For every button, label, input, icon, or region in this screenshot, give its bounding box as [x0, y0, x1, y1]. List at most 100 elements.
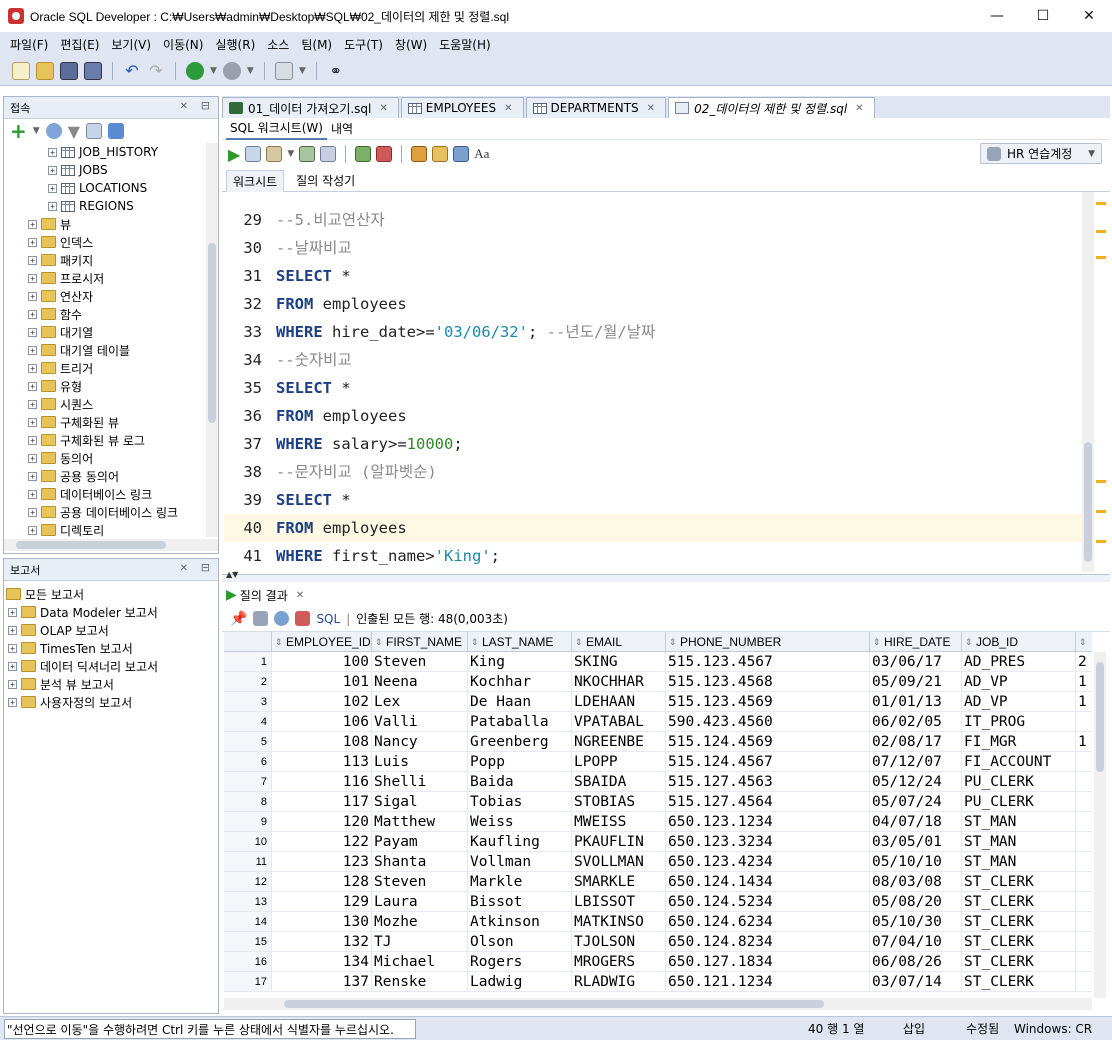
table-cell[interactable] [1076, 932, 1092, 952]
table-cell[interactable]: 04/07/18 [870, 812, 962, 832]
table-cell[interactable]: Pataballa [468, 712, 572, 732]
column-header[interactable]: HIRE_DATE [870, 632, 962, 652]
tab-worksheet[interactable]: 워크시트 [226, 169, 285, 192]
scrollbar-thumb[interactable] [1096, 662, 1104, 772]
grid-hscrollbar[interactable] [224, 998, 1092, 1010]
table-cell[interactable]: ST_MAN [962, 852, 1076, 872]
table-cell[interactable]: 515.123.4568 [666, 672, 870, 692]
table-cell[interactable]: NKOCHHAR [572, 672, 666, 692]
redo-icon[interactable]: ↷ [147, 61, 165, 80]
table-cell[interactable]: SBAIDA [572, 772, 666, 792]
table-cell[interactable]: Valli [372, 712, 468, 732]
table-cell[interactable]: ST_CLERK [962, 932, 1076, 952]
close-icon[interactable]: ✕ [647, 103, 655, 114]
close-button[interactable]: ✕ [1066, 0, 1112, 32]
minimize-button[interactable]: — [974, 0, 1020, 32]
table-cell[interactable]: SMARKLE [572, 872, 666, 892]
table-row[interactable]: 15 132 TJ Olson TJOLSON 650.124.8234 07/04/10 S… [224, 932, 1092, 952]
expand-icon[interactable]: + [28, 507, 37, 517]
table-cell[interactable] [1076, 712, 1092, 732]
table-row[interactable]: 12 128 Steven Markle SMARKLE 650.124.1434 08/0… [224, 872, 1092, 892]
menu-source[interactable]: 소스 [261, 36, 295, 53]
column-header[interactable]: LAST_NAME [468, 632, 572, 652]
table-cell[interactable]: Nancy [372, 732, 468, 752]
expand-icon[interactable]: + [28, 453, 37, 463]
chevron-down-icon[interactable]: ▼ [210, 66, 217, 76]
table-cell[interactable] [1076, 852, 1092, 872]
table-cell[interactable]: Popp [468, 752, 572, 772]
minimize-icon[interactable]: ⊟ [201, 561, 210, 574]
table-cell[interactable]: FI_MGR [962, 732, 1076, 752]
table-row[interactable]: 10 122 Payam Kaufling PKAUFLIN 650.123.3234 03… [224, 832, 1092, 852]
table-cell[interactable]: Laura [372, 892, 468, 912]
table-cell[interactable]: 106 [272, 712, 372, 732]
schema-browser-icon[interactable] [86, 123, 102, 139]
close-icon[interactable]: ✕ [379, 103, 387, 114]
open-icon[interactable] [36, 61, 54, 80]
table-cell[interactable]: 02/08/17 [870, 732, 962, 752]
table-cell[interactable] [1076, 872, 1092, 892]
menu-tools[interactable]: 도구(T) [338, 36, 389, 53]
table-cell[interactable]: 515.123.4569 [666, 692, 870, 712]
result-grid[interactable]: EMPLOYEE_IDFIRST_NAMELAST_NAMEEMAILPHONE… [224, 632, 1092, 996]
table-cell[interactable]: Lex [372, 692, 468, 712]
table-cell[interactable]: Shanta [372, 852, 468, 872]
table-cell[interactable]: STOBIAS [572, 792, 666, 812]
table-cell[interactable]: TJ [372, 932, 468, 952]
table-cell[interactable]: 116 [272, 772, 372, 792]
table-cell[interactable]: ST_MAN [962, 832, 1076, 852]
scrollbar-thumb[interactable] [284, 1000, 824, 1008]
refresh-icon[interactable] [45, 123, 62, 139]
undo-icon[interactable]: ↶ [123, 61, 141, 80]
table-cell[interactable] [1076, 792, 1092, 812]
expand-icon[interactable]: + [28, 399, 37, 409]
tree-item[interactable]: + LOCATIONS [48, 179, 147, 197]
table-cell[interactable]: Matthew [372, 812, 468, 832]
table-cell[interactable]: PKAUFLIN [572, 832, 666, 852]
column-header[interactable] [1076, 632, 1092, 652]
table-cell[interactable]: PU_CLERK [962, 792, 1076, 812]
minimize-icon[interactable]: ⊟ [201, 99, 210, 112]
menu-navigate[interactable]: 이동(N) [157, 36, 209, 53]
table-cell[interactable]: 650.124.1434 [666, 872, 870, 892]
table-cell[interactable] [1076, 812, 1092, 832]
table-cell[interactable]: Greenberg [468, 732, 572, 752]
tree-item[interactable]: + 디렉토리 [28, 521, 104, 537]
table-cell[interactable]: Mozhe [372, 912, 468, 932]
table-cell[interactable]: AD_PRES [962, 652, 1076, 672]
table-cell[interactable]: 134 [272, 952, 372, 972]
tab-query-result[interactable]: 질의 결과 [240, 587, 288, 604]
sql-history-icon[interactable] [453, 146, 470, 162]
autotrace-icon[interactable] [266, 146, 283, 162]
table-cell[interactable]: 1 [1076, 692, 1092, 712]
table-cell[interactable]: 132 [272, 932, 372, 952]
report-item[interactable]: + 분석 뷰 보고서 [8, 675, 114, 693]
table-cell[interactable]: 07/04/10 [870, 932, 962, 952]
expand-icon[interactable]: + [28, 237, 37, 247]
expand-icon[interactable]: + [28, 291, 37, 301]
table-cell[interactable]: Shelli [372, 772, 468, 792]
table-cell[interactable]: 137 [272, 972, 372, 992]
table-cell[interactable]: FI_ACCOUNT [962, 752, 1076, 772]
table-cell[interactable]: Baida [468, 772, 572, 792]
table-cell[interactable]: King [468, 652, 572, 672]
table-cell[interactable] [1076, 752, 1092, 772]
tab-departments[interactable]: DEPARTMENTS ✕ [525, 97, 667, 118]
report-item[interactable]: + 데이터 딕셔너리 보고서 [8, 657, 158, 675]
expand-icon[interactable]: + [28, 309, 37, 319]
table-cell[interactable]: 05/08/20 [870, 892, 962, 912]
expand-icon[interactable]: + [48, 147, 57, 157]
connections-scrollbar[interactable] [206, 143, 218, 537]
table-cell[interactable]: Bissot [468, 892, 572, 912]
tab-data-fetch-sql[interactable]: 01_데이터 가져오기.sql ✕ [222, 97, 399, 118]
unshared-worksheet-icon[interactable] [411, 146, 428, 162]
tab-history[interactable]: 내역 [327, 118, 357, 139]
expand-icon[interactable]: + [28, 381, 37, 391]
table-cell[interactable]: SVOLLMAN [572, 852, 666, 872]
grid-scrollbar[interactable] [1094, 652, 1106, 998]
table-cell[interactable]: 123 [272, 852, 372, 872]
table-cell[interactable]: 650.127.1834 [666, 952, 870, 972]
table-cell[interactable]: 122 [272, 832, 372, 852]
table-cell[interactable]: ST_CLERK [962, 872, 1076, 892]
menu-view[interactable]: 보기(V) [105, 36, 157, 53]
